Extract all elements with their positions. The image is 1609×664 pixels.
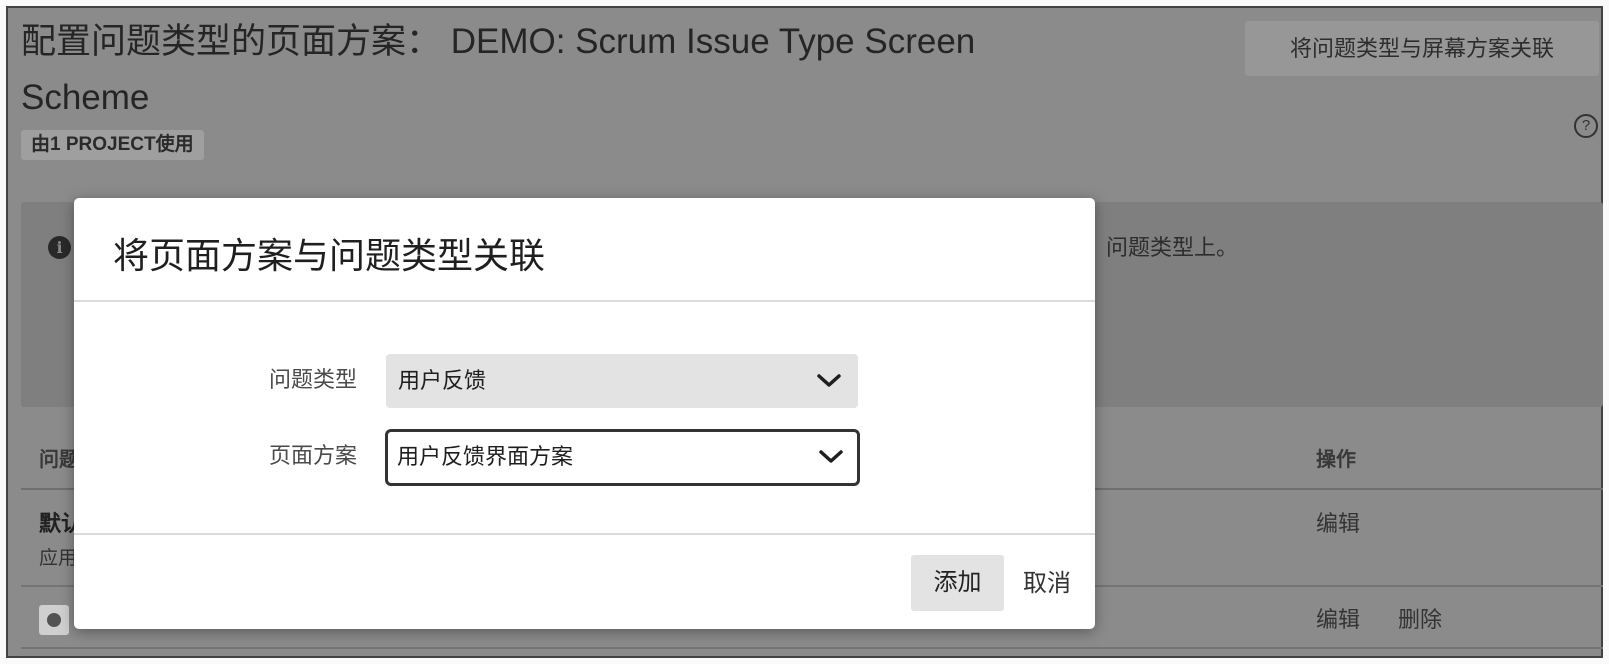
chevron-down-icon [819, 450, 843, 464]
dialog-title: 将页面方案与问题类型关联 [113, 235, 546, 276]
screen-scheme-select[interactable]: 用户反馈界面方案 [385, 429, 860, 486]
screen-scheme-label: 页面方案 [268, 443, 357, 468]
chevron-down-icon [817, 374, 841, 388]
associate-screen-scheme-dialog: 将页面方案与问题类型关联 问题类型 用户反馈 页面方案 用户反馈界面方案 添加 … [74, 198, 1095, 629]
cancel-link[interactable]: 取消 [1023, 568, 1071, 600]
add-button[interactable]: 添加 [911, 555, 1004, 611]
issue-type-select[interactable]: 用户反馈 [386, 354, 858, 408]
issue-type-label: 问题类型 [268, 367, 357, 392]
issue-type-value: 用户反馈 [398, 368, 487, 393]
dialog-header: 将页面方案与问题类型关联 [74, 198, 1095, 302]
dialog-footer-divider [74, 533, 1095, 535]
screen-scheme-value: 用户反馈界面方案 [397, 444, 574, 469]
